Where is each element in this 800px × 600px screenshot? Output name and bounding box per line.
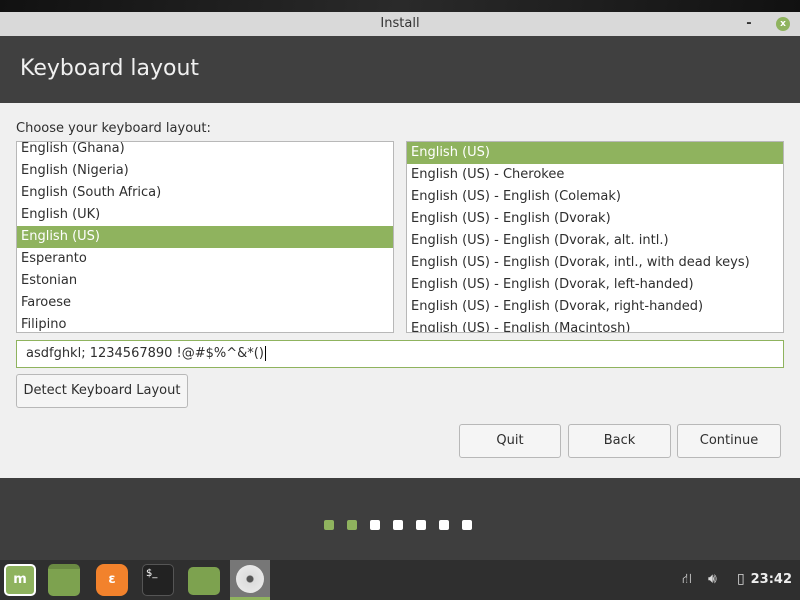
test-input[interactable]: asdfghkl; 1234567890 !@#$%^&*() xyxy=(16,340,784,368)
page-header: Keyboard layout xyxy=(0,36,800,103)
battery-icon[interactable]: ▯ xyxy=(737,571,745,587)
list-item[interactable]: English (US) - English (Colemak) xyxy=(407,186,783,208)
window-title: Install xyxy=(380,16,420,31)
quit-button[interactable]: Quit xyxy=(459,424,561,458)
network-icon[interactable]: ⛙ xyxy=(682,571,692,589)
progress-step-dot xyxy=(370,520,380,530)
progress-step-dot xyxy=(462,520,472,530)
progress-step-dot xyxy=(324,520,334,530)
list-item[interactable]: English (US) - English (Dvorak, left-han… xyxy=(407,274,783,296)
list-item[interactable]: Estonian xyxy=(17,270,393,292)
layout-list[interactable]: English (Ghana) English (Nigeria) English … xyxy=(16,141,394,333)
list-item[interactable]: English (US) - English (Dvorak) xyxy=(407,208,783,230)
minimize-button[interactable]: - xyxy=(742,12,756,36)
terminal-icon[interactable]: $_ xyxy=(142,564,174,596)
layout-prompt: Choose your keyboard layout: xyxy=(16,121,211,136)
show-desktop-icon[interactable] xyxy=(48,564,80,596)
continue-button[interactable]: Continue xyxy=(677,424,781,458)
list-item[interactable]: Faroese xyxy=(17,292,393,314)
page-title: Keyboard layout xyxy=(20,56,200,81)
disc-icon xyxy=(236,565,264,593)
list-item[interactable]: English (Nigeria) xyxy=(17,160,393,182)
list-item[interactable]: English (South Africa) xyxy=(17,182,393,204)
volume-icon[interactable]: 🔊︎ xyxy=(708,571,717,587)
test-input-value: asdfghkl; 1234567890 !@#$%^&*() xyxy=(26,346,264,361)
installer-task[interactable] xyxy=(230,560,270,600)
files-icon[interactable] xyxy=(188,567,220,595)
list-item[interactable]: English (US) xyxy=(407,142,783,164)
close-button[interactable]: x xyxy=(776,17,790,31)
list-item[interactable]: English (US) - Cherokee xyxy=(407,164,783,186)
list-item[interactable]: Filipino xyxy=(17,314,393,332)
list-item[interactable]: English (US) - English (Dvorak, alt. int… xyxy=(407,230,783,252)
mint-menu-icon[interactable]: m xyxy=(4,564,36,596)
clock[interactable]: 23:42 xyxy=(751,572,792,587)
progress-step-dot xyxy=(393,520,403,530)
content-area: Choose your keyboard layout: English (Gh… xyxy=(0,103,800,478)
back-button[interactable]: Back xyxy=(568,424,671,458)
list-item[interactable]: Esperanto xyxy=(17,248,393,270)
list-item[interactable]: English (US) xyxy=(17,226,393,248)
list-item[interactable]: English (US) - English (Dvorak, right-ha… xyxy=(407,296,783,318)
progress-step-dot xyxy=(347,520,357,530)
progress-step-dot xyxy=(439,520,449,530)
desktop-background xyxy=(0,0,800,12)
window-titlebar[interactable]: Install - x xyxy=(0,12,800,36)
firefox-icon[interactable]: ε xyxy=(96,564,128,596)
list-item[interactable]: English (UK) xyxy=(17,204,393,226)
list-item[interactable]: English (US) - English (Macintosh) xyxy=(407,318,783,332)
variant-list[interactable]: English (US) English (US) - Cherokee Engli… xyxy=(406,141,784,333)
progress-area xyxy=(0,478,800,560)
list-item[interactable]: English (Ghana) xyxy=(17,142,393,160)
list-item[interactable]: English (US) - English (Dvorak, intl., w… xyxy=(407,252,783,274)
detect-layout-button[interactable]: Detect Keyboard Layout xyxy=(16,374,188,408)
taskbar: m ε $_ ⛙ 🔊︎ ▯ 23:42 xyxy=(0,560,800,600)
progress-step-dot xyxy=(416,520,426,530)
